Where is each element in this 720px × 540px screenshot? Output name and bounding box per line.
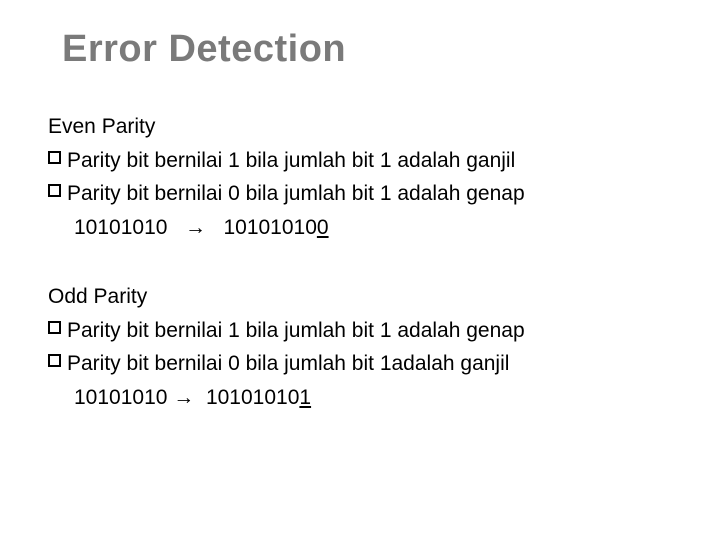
odd-parity-label: Odd Parity: [48, 281, 680, 313]
even-example: 10101010 → 101010100: [74, 212, 680, 244]
even-bullet-1: Parity bit bernilai 1 bila jumlah bit 1 …: [48, 145, 680, 177]
odd-example-after-prefix: 10101010: [194, 386, 299, 409]
even-example-before: 10101010: [74, 216, 167, 239]
checkbox-icon: [48, 354, 61, 367]
even-bullet-2: Parity bit bernilai 0 bila jumlah bit 1 …: [48, 178, 680, 210]
even-example-after-prefix: 10101010: [206, 216, 317, 239]
odd-bullet-1: Parity bit bernilai 1 bila jumlah bit 1 …: [48, 315, 680, 347]
checkbox-icon: [48, 184, 61, 197]
checkbox-icon: [48, 321, 61, 334]
slide: Error Detection Even Parity Parity bit b…: [0, 0, 720, 540]
arrow-right-icon: →: [185, 216, 206, 239]
even-bullet-1-text: Parity bit bernilai 1 bila jumlah bit 1 …: [67, 145, 680, 177]
odd-example-before: 10101010: [74, 386, 173, 409]
odd-bullet-1-text: Parity bit bernilai 1 bila jumlah bit 1 …: [67, 315, 680, 347]
odd-bullet-2-text: Parity bit bernilai 0 bila jumlah bit 1a…: [67, 348, 680, 380]
checkbox-icon: [48, 151, 61, 164]
slide-title: Error Detection: [62, 28, 680, 71]
even-bullet-2-text: Parity bit bernilai 0 bila jumlah bit 1 …: [67, 178, 680, 210]
odd-example-parity-bit: 1: [299, 386, 311, 409]
arrow-right-icon: →: [173, 386, 194, 409]
spacer: [48, 265, 680, 281]
odd-example: 10101010 → 101010101: [74, 382, 680, 414]
slide-body: Even Parity Parity bit bernilai 1 bila j…: [48, 111, 680, 413]
spacer: [167, 216, 185, 239]
odd-bullet-2: Parity bit bernilai 0 bila jumlah bit 1a…: [48, 348, 680, 380]
even-parity-label: Even Parity: [48, 111, 680, 143]
even-example-parity-bit: 0: [317, 216, 329, 239]
